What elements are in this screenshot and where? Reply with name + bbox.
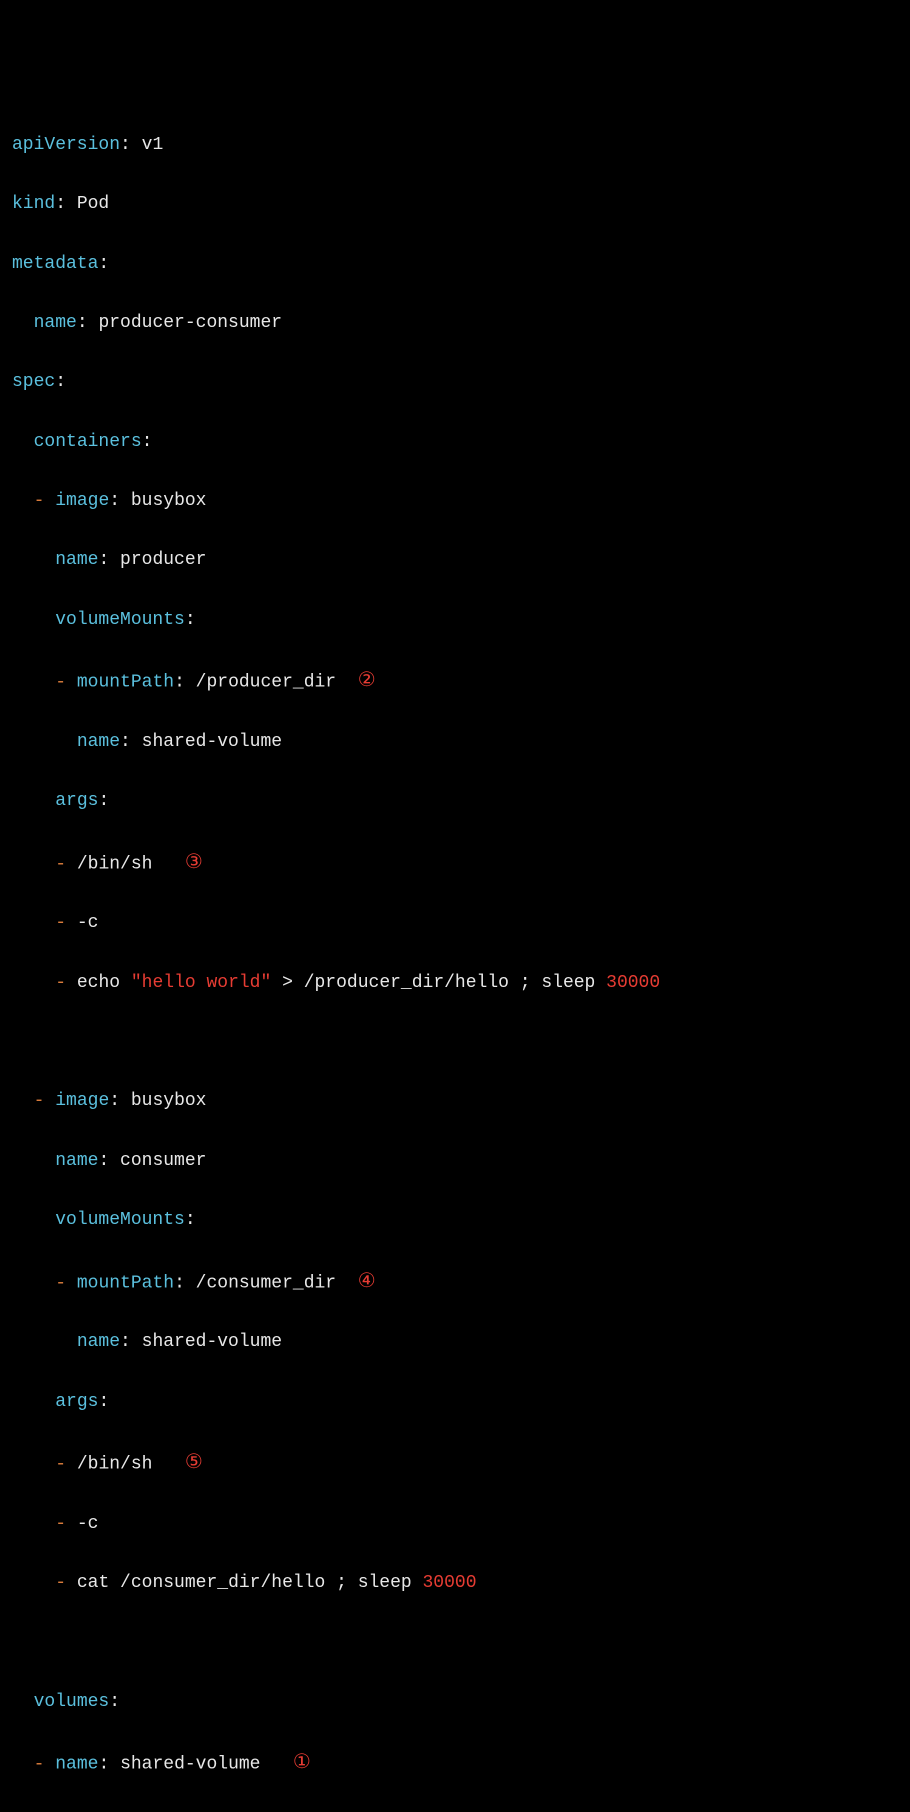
yaml-key: mountPath bbox=[77, 1273, 174, 1293]
yaml-string: "hello world" bbox=[131, 973, 271, 993]
yaml-value: shared-volume bbox=[120, 1754, 260, 1774]
annotation-4: ④ bbox=[358, 1266, 376, 1299]
code-line: - mountPath: /consumer_dir ④ bbox=[12, 1266, 898, 1299]
yaml-key: containers bbox=[34, 432, 142, 452]
code-line: args: bbox=[12, 1388, 898, 1418]
yaml-value: producer-consumer bbox=[98, 313, 282, 333]
yaml-value: busybox bbox=[131, 1091, 207, 1111]
yaml-value: cat /consumer_dir/hello ; sleep bbox=[77, 1573, 423, 1593]
yaml-dash: - bbox=[55, 973, 66, 993]
yaml-dash: - bbox=[55, 913, 66, 933]
yaml-key: name bbox=[77, 732, 120, 752]
code-line: - -c bbox=[12, 909, 898, 939]
yaml-key: name bbox=[55, 1754, 98, 1774]
code-line: metadata: bbox=[12, 250, 898, 280]
code-line: - cat /consumer_dir/hello ; sleep 30000 bbox=[12, 1569, 898, 1599]
code-line: volumeMounts: bbox=[12, 606, 898, 636]
yaml-key: name bbox=[55, 550, 98, 570]
yaml-value: shared-volume bbox=[142, 1332, 282, 1352]
annotation-3: ③ bbox=[185, 847, 203, 880]
code-line: spec: bbox=[12, 368, 898, 398]
annotation-5: ⑤ bbox=[185, 1447, 203, 1480]
yaml-key: kind bbox=[12, 194, 55, 214]
yaml-value: producer bbox=[120, 550, 206, 570]
yaml-value: -c bbox=[77, 913, 99, 933]
yaml-dash: - bbox=[55, 1273, 66, 1293]
yaml-dash: - bbox=[55, 1573, 66, 1593]
yaml-number: 30000 bbox=[423, 1573, 477, 1593]
blank-line bbox=[12, 1628, 898, 1658]
code-line: - image: busybox bbox=[12, 1087, 898, 1117]
code-line: emptyDir: {} bbox=[12, 1810, 898, 1812]
yaml-key: name bbox=[55, 1151, 98, 1171]
yaml-value: v1 bbox=[142, 135, 164, 155]
code-line: apiVersion: v1 bbox=[12, 131, 898, 161]
code-line: - -c bbox=[12, 1510, 898, 1540]
yaml-value: /consumer_dir bbox=[196, 1273, 336, 1293]
code-line: name: producer bbox=[12, 546, 898, 576]
yaml-key: volumeMounts bbox=[55, 1210, 185, 1230]
code-line: - /bin/sh ⑤ bbox=[12, 1447, 898, 1480]
code-line: volumeMounts: bbox=[12, 1206, 898, 1236]
yaml-value: shared-volume bbox=[142, 732, 282, 752]
yaml-key: volumes bbox=[34, 1692, 110, 1712]
code-line: containers: bbox=[12, 428, 898, 458]
code-line: - echo "hello world" > /producer_dir/hel… bbox=[12, 969, 898, 999]
yaml-value: busybox bbox=[131, 491, 207, 511]
yaml-dash: - bbox=[55, 1454, 66, 1474]
yaml-value: echo bbox=[77, 973, 131, 993]
yaml-key: volumeMounts bbox=[55, 610, 185, 630]
yaml-key: args bbox=[55, 791, 98, 811]
blank-line bbox=[12, 1028, 898, 1058]
yaml-key: name bbox=[77, 1332, 120, 1352]
code-line: args: bbox=[12, 787, 898, 817]
yaml-value: /producer_dir bbox=[196, 672, 336, 692]
yaml-key: mountPath bbox=[77, 672, 174, 692]
yaml-value: consumer bbox=[120, 1151, 206, 1171]
yaml-key: apiVersion bbox=[12, 135, 120, 155]
yaml-key: metadata bbox=[12, 254, 98, 274]
yaml-value: /bin/sh bbox=[77, 854, 153, 874]
code-line: volumes: bbox=[12, 1688, 898, 1718]
code-line: - name: shared-volume ① bbox=[12, 1747, 898, 1780]
yaml-key: image bbox=[55, 491, 109, 511]
yaml-value: > /producer_dir/hello ; sleep bbox=[271, 973, 606, 993]
yaml-key: spec bbox=[12, 372, 55, 392]
code-line: name: consumer bbox=[12, 1147, 898, 1177]
yaml-value: Pod bbox=[77, 194, 109, 214]
yaml-dash: - bbox=[55, 672, 66, 692]
code-line: - /bin/sh ③ bbox=[12, 847, 898, 880]
code-line: - image: busybox bbox=[12, 487, 898, 517]
annotation-2: ② bbox=[358, 665, 376, 698]
yaml-number: 30000 bbox=[606, 973, 660, 993]
code-line: kind: Pod bbox=[12, 190, 898, 220]
code-line: name: shared-volume bbox=[12, 1328, 898, 1358]
yaml-dash: - bbox=[34, 1091, 45, 1111]
yaml-value: /bin/sh bbox=[77, 1454, 153, 1474]
annotation-1: ① bbox=[293, 1747, 311, 1780]
code-line: name: shared-volume bbox=[12, 728, 898, 758]
yaml-key: image bbox=[55, 1091, 109, 1111]
yaml-dash: - bbox=[34, 1754, 45, 1774]
yaml-key: args bbox=[55, 1392, 98, 1412]
yaml-value: -c bbox=[77, 1514, 99, 1534]
yaml-dash: - bbox=[34, 491, 45, 511]
code-line: - mountPath: /producer_dir ② bbox=[12, 665, 898, 698]
yaml-key: name bbox=[34, 313, 77, 333]
yaml-dash: - bbox=[55, 854, 66, 874]
code-line: name: producer-consumer bbox=[12, 309, 898, 339]
yaml-dash: - bbox=[55, 1514, 66, 1534]
